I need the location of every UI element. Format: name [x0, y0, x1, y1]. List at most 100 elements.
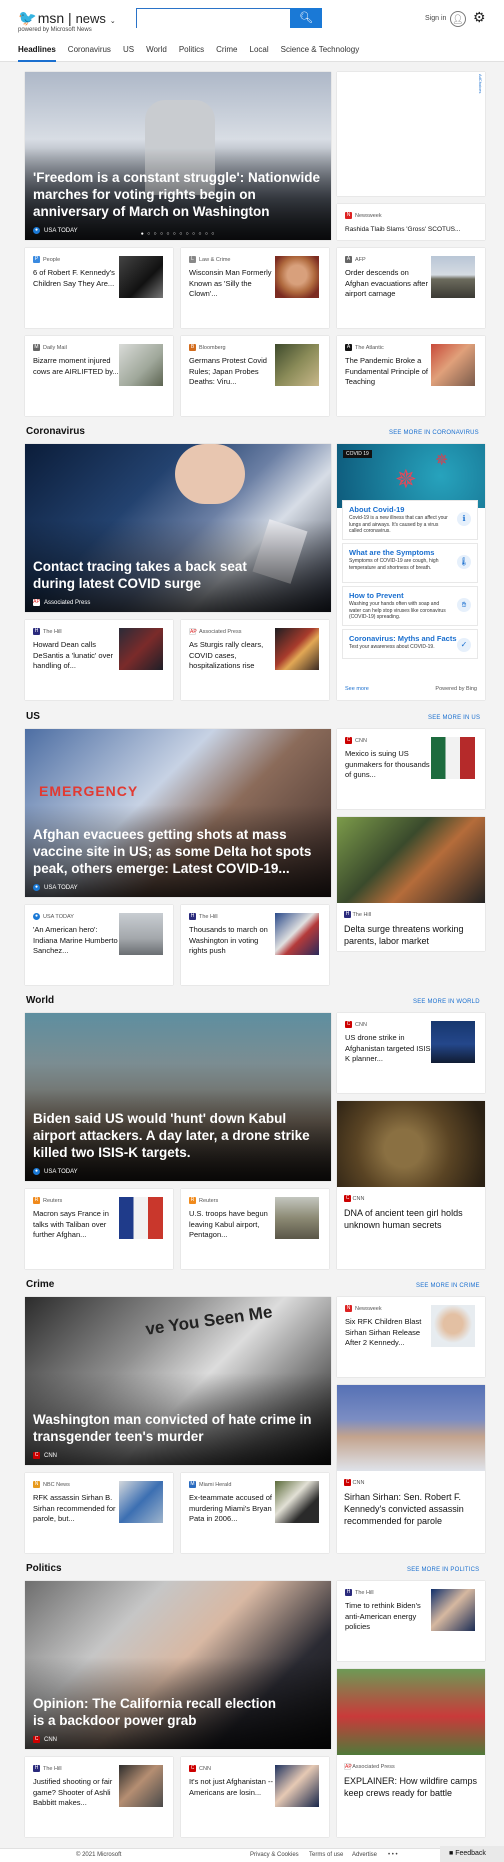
card-title: As Sturgis rally clears, COVID cases, ho… [189, 640, 264, 670]
emergency-sign: EMERGENCY [39, 783, 139, 799]
card-title: 6 of Robert F. Kennedy's Children Say Th… [33, 268, 115, 288]
advertise-link[interactable]: Advertise [352, 1852, 377, 1858]
section-heading-crime: Crime [26, 1279, 55, 1290]
more-options-icon[interactable]: • • • [388, 1852, 398, 1858]
the-hill-logo-icon: H [345, 1589, 352, 1596]
news-card-tall[interactable]: C CNN DNA of ancient teen girl holds unk… [337, 1101, 485, 1269]
hero-card[interactable]: Contact tracing takes a back seat during… [25, 444, 331, 612]
cnn-logo-icon: C [344, 1195, 351, 1202]
news-card[interactable]: A The Atlantic The Pandemic Broke a Funda… [337, 336, 485, 416]
cnn-logo-icon: C [189, 1765, 196, 1772]
the-atlantic-logo-icon: A [345, 344, 352, 351]
news-card[interactable]: H The Hill Howard Dean calls DeSantis a '… [25, 620, 173, 700]
nav-crime[interactable]: Crime [216, 45, 237, 62]
see-more-coronavirus[interactable]: SEE MORE IN CORONAVIRUS [389, 430, 479, 436]
hero-card[interactable]: Biden said US would 'hunt' down Kabul ai… [25, 1013, 331, 1181]
section-heading-coronavirus: Coronavirus [26, 426, 85, 437]
chevron-down-icon: ⌄ [109, 18, 116, 25]
news-card[interactable]: M Daily Mail Bizarre moment injured cows … [25, 336, 173, 416]
see-more-world[interactable]: SEE MORE IN WORLD [413, 999, 480, 1005]
search-button[interactable]: 🔍︎ [290, 8, 322, 28]
news-card[interactable]: H The Hill Time to rethink Biden's anti-A… [337, 1581, 485, 1661]
the-hill-logo-icon: H [33, 628, 40, 635]
nav-science-technology[interactable]: Science & Technology [281, 45, 360, 62]
adchoices-label[interactable]: AdChoices [478, 74, 483, 93]
nav-us[interactable]: US [123, 45, 134, 62]
covid-info-symptoms[interactable]: What are the Symptoms Symptoms of COVID-… [342, 543, 478, 583]
news-card[interactable]: H The Hill Thousands to march on Washingt… [181, 905, 329, 985]
the-hill-logo-icon: H [344, 911, 351, 918]
card-thumbnail [275, 913, 319, 955]
news-card[interactable]: AP Associated Press As Sturgis rally clea… [181, 620, 329, 700]
card-thumbnail [275, 1197, 319, 1239]
feedback-button[interactable]: ■ Feedback [440, 1846, 504, 1862]
card-title: U.S. troops have begun leaving Kabul air… [189, 1209, 268, 1239]
card-title: Sirhan Sirhan: Sen. Robert F. Kennedy's … [344, 1492, 464, 1526]
hero-card[interactable]: 'Freedom is a constant struggle': Nation… [25, 72, 331, 240]
hero-source: ● USA TODAY [33, 1168, 78, 1175]
usa-today-logo-icon: ● [33, 1168, 40, 1175]
hero-source: C CNN [33, 1736, 57, 1743]
hero-card[interactable]: EMERGENCY Afghan evacuees getting shots … [25, 729, 331, 897]
copyright: © 2021 Microsoft [76, 1852, 122, 1858]
header: 🐦msn | news ⌄ powered by Microsoft News … [0, 0, 504, 62]
side-card[interactable]: N Newsweek Rashida Tlaib Slams 'Gross' SC… [337, 204, 485, 240]
hero-title: 'Freedom is a constant struggle': Nation… [33, 170, 320, 219]
daily-mail-logo-icon: M [33, 344, 40, 351]
news-card[interactable]: C CNN Mexico is suing US gunmakers for th… [337, 729, 485, 809]
card-thumbnail [275, 1481, 319, 1523]
hero-title: Afghan evacuees getting shots at mass va… [33, 827, 312, 876]
section-heading-us: US [26, 711, 40, 722]
ad-slot[interactable]: AdChoices [337, 72, 485, 196]
usa-today-logo-icon: ● [33, 913, 40, 920]
footer: © 2021 Microsoft Privacy & Cookies Terms… [0, 1848, 504, 1862]
card-image [337, 1669, 485, 1755]
msn-news-logo[interactable]: 🐦msn | news ⌄ [18, 9, 116, 27]
news-card[interactable]: M Miami Herald Ex-teammate accused of mur… [181, 1473, 329, 1553]
nav-coronavirus[interactable]: Coronavirus [68, 45, 111, 62]
terms-link[interactable]: Terms of use [309, 1852, 343, 1858]
news-card[interactable]: P People 6 of Robert F. Kennedy's Childre… [25, 248, 173, 328]
card-thumbnail [119, 1481, 163, 1523]
news-card[interactable]: L Law & Crime Wisconsin Man Formerly Know… [181, 248, 329, 328]
privacy-link[interactable]: Privacy & Cookies [250, 1852, 299, 1858]
news-card[interactable]: C CNN It's not just Afghanistan -- Americ… [181, 1757, 329, 1837]
news-card[interactable]: R Reuters Macron says France in talks wit… [25, 1189, 173, 1269]
hero-card[interactable]: Opinion: The California recall election … [25, 1581, 331, 1749]
covid-info-prevent[interactable]: How to Prevent Washing your hands often … [342, 586, 478, 626]
covid-info-myths[interactable]: Coronavirus: Myths and Facts Test your a… [342, 629, 478, 659]
card-thumbnail [431, 1589, 475, 1631]
news-card-tall[interactable]: AP Associated Press EXPLAINER: How wildf… [337, 1669, 485, 1837]
hero-title: Washington man convicted of hate crime i… [33, 1412, 312, 1444]
card-image [337, 1385, 485, 1471]
news-card[interactable]: C CNN US drone strike in Afghanistan targ… [337, 1013, 485, 1093]
news-card-tall[interactable]: C CNN Sirhan Sirhan: Sen. Robert F. Kenn… [337, 1385, 485, 1553]
card-title: Time to rethink Biden's anti-American en… [345, 1601, 421, 1631]
carousel-dots[interactable]: ● ○ ○ ○ ○ ○ ○ ○ ○ ○ ○ ○ [25, 231, 331, 237]
see-more-politics[interactable]: SEE MORE IN POLITICS [407, 1567, 479, 1573]
nav-local[interactable]: Local [250, 45, 269, 62]
covid-info-about[interactable]: About Covid-19 Covid-19 is a new illness… [342, 500, 478, 540]
hero-card[interactable]: ve You Seen Me Washington man convicted … [25, 1297, 331, 1465]
category-nav: Headlines Coronavirus US World Politics … [18, 45, 359, 62]
news-card-tall[interactable]: H The Hill Delta surge threatens working… [337, 817, 485, 951]
see-more-crime[interactable]: SEE MORE IN CRIME [416, 1283, 480, 1289]
news-card[interactable]: N Newsweek Six RFK Children Blast Sirhan … [337, 1297, 485, 1377]
nav-politics[interactable]: Politics [179, 45, 204, 62]
news-card[interactable]: R Reuters U.S. troops have begun leaving … [181, 1189, 329, 1269]
nav-headlines[interactable]: Headlines [18, 45, 56, 62]
user-avatar-icon[interactable]: 👤︎ [450, 11, 466, 27]
news-card[interactable]: ● USA TODAY 'An American hero': Indiana M… [25, 905, 173, 985]
see-more-us[interactable]: SEE MORE IN US [428, 715, 480, 721]
news-card[interactable]: A AFP Order descends on Afghan evacuation… [337, 248, 485, 328]
card-image [337, 1101, 485, 1187]
news-card[interactable]: H The Hill Justified shooting or fair gam… [25, 1757, 173, 1837]
nav-world[interactable]: World [146, 45, 167, 62]
see-more-link[interactable]: See more [345, 686, 369, 692]
news-card[interactable]: B Bloomberg Germans Protest Covid Rules; … [181, 336, 329, 416]
news-card[interactable]: N NBC News RFK assassin Sirhan B. Sirhan … [25, 1473, 173, 1553]
associated-press-logo-icon: AP [33, 599, 40, 606]
gear-icon[interactable]: ⚙︎ [473, 9, 486, 26]
sign-in-link[interactable]: Sign in [425, 15, 446, 22]
reuters-logo-icon: R [189, 1197, 196, 1204]
